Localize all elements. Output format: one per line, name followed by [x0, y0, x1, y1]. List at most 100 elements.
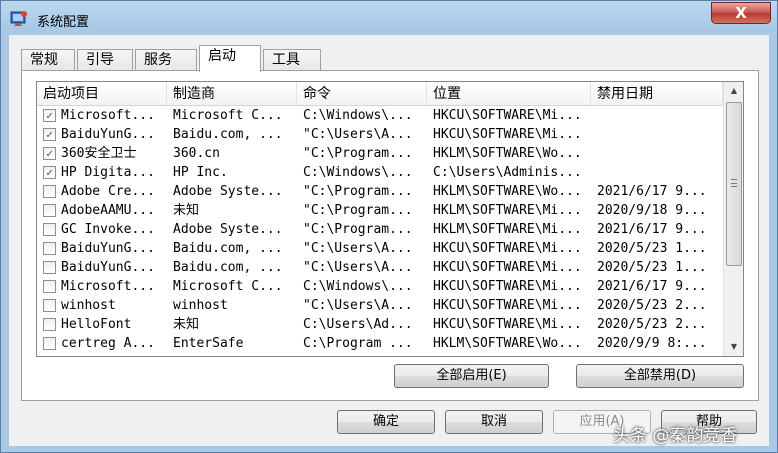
- row-command: "C:\Program...: [303, 222, 413, 237]
- table-row[interactable]: Microsoft... Microsoft C... C:\Windows\...…: [37, 277, 723, 296]
- title-bar[interactable]: 系统配置 X: [1, 1, 777, 35]
- row-disable-date: 2020/9/9 8:...: [597, 336, 707, 351]
- row-startup-item: HelloFont: [61, 317, 132, 332]
- row-checkbox[interactable]: ✓: [43, 128, 56, 141]
- row-startup-item: BaiduYunG...: [61, 127, 155, 142]
- row-startup-item: HP Digita...: [61, 165, 155, 180]
- column-startup-item[interactable]: 启动项目: [37, 82, 167, 106]
- row-command: C:\Program ...: [303, 336, 413, 351]
- column-manufacturer[interactable]: 制造商: [167, 82, 297, 106]
- row-location: HKCU\SOFTWARE\Mi...: [433, 260, 582, 275]
- window-title: 系统配置: [37, 15, 90, 30]
- column-location[interactable]: 位置: [427, 82, 591, 106]
- row-location: HKCU\SOFTWARE\Mi...: [433, 317, 582, 332]
- row-manufacturer: 未知: [173, 203, 200, 218]
- table-row[interactable]: Adobe Cre... Adobe Syste... "C:\Program...…: [37, 182, 723, 201]
- row-location: HKCU\SOFTWARE\Mi...: [433, 279, 582, 294]
- row-manufacturer: winhost: [173, 298, 228, 313]
- row-location: HKLM\SOFTWARE\Wo...: [433, 146, 582, 161]
- row-checkbox[interactable]: ✓: [43, 147, 56, 160]
- tab-tools[interactable]: 工具: [263, 49, 321, 71]
- row-disable-date: 2020/9/18 9...: [597, 203, 707, 218]
- row-manufacturer: Baidu.com, ...: [173, 127, 283, 142]
- enable-all-button[interactable]: 全部启用(E): [394, 364, 549, 388]
- row-disable-date: 2020/5/23 1...: [597, 241, 707, 256]
- row-startup-item: Microsoft...: [61, 279, 155, 294]
- vertical-scrollbar[interactable]: ▲ ▼: [723, 82, 743, 356]
- row-command: "C:\Users\A...: [303, 298, 413, 313]
- row-startup-item: winhost: [61, 298, 116, 313]
- tab-general[interactable]: 常规: [21, 49, 75, 71]
- row-disable-date: 2020/5/23 2...: [597, 298, 707, 313]
- row-checkbox[interactable]: [43, 242, 56, 255]
- column-command[interactable]: 命令: [297, 82, 427, 106]
- table-row[interactable]: HelloFont 未知 C:\Users\Ad... HKCU\SOFTWARE\M…: [37, 315, 723, 334]
- table-row[interactable]: BaiduYunG... Baidu.com, ... "C:\Users\A...…: [37, 258, 723, 277]
- table-row[interactable]: ✓ Microsoft... Microsoft C... C:\Windows\..…: [37, 106, 723, 125]
- row-checkbox[interactable]: [43, 204, 56, 217]
- row-command: C:\Windows\...: [303, 279, 413, 294]
- scroll-thumb[interactable]: [726, 102, 742, 266]
- close-button[interactable]: X: [711, 2, 771, 24]
- startup-panel: 启动项目 制造商 命令 位置 禁用日期 ✓ Microsoft... Microso…: [21, 70, 759, 401]
- row-location: HKCU\SOFTWARE\Mi...: [433, 241, 582, 256]
- row-disable-date: [595, 144, 725, 163]
- row-command: C:\Windows\...: [303, 165, 413, 180]
- row-checkbox[interactable]: ✓: [43, 109, 56, 122]
- row-disable-date: [595, 106, 725, 125]
- table-row[interactable]: ✓ 360安全卫士 360.cn "C:\Program... HKLM\SOFTWAR…: [37, 144, 723, 163]
- row-disable-date: [595, 125, 725, 144]
- watermark-text: 头条 @秦韵竞香: [613, 426, 738, 446]
- tab-services[interactable]: 服务: [135, 49, 197, 71]
- tab-boot[interactable]: 引导: [77, 49, 133, 71]
- scroll-up-icon[interactable]: ▲: [724, 82, 743, 100]
- row-location: HKCU\SOFTWARE\Mi...: [433, 298, 582, 313]
- table-row[interactable]: certreg A... EnterSafe C:\Program ... HKLM\…: [37, 334, 723, 353]
- cancel-button[interactable]: 取消: [445, 410, 543, 434]
- scroll-down-icon[interactable]: ▼: [724, 338, 743, 356]
- row-command: "C:\Program...: [303, 146, 413, 161]
- row-startup-item: GC Invoke...: [61, 222, 155, 237]
- table-row[interactable]: ✓ BaiduYunG... Baidu.com, ... "C:\Users\A..…: [37, 125, 723, 144]
- row-command: "C:\Users\A...: [303, 127, 413, 142]
- system-config-window: 系统配置 X 常规 引导 服务 启动 工具 启动项目 制造商 命令 位置 禁用日…: [0, 0, 778, 453]
- row-manufacturer: Adobe Syste...: [173, 184, 283, 199]
- row-checkbox[interactable]: [43, 185, 56, 198]
- row-manufacturer: Adobe Syste...: [173, 222, 283, 237]
- row-startup-item: Microsoft...: [61, 108, 155, 123]
- row-location: HKLM\SOFTWARE\Wo...: [433, 184, 582, 199]
- table-row[interactable]: ✓ HP Digita... HP Inc. C:\Windows\... C:\Use…: [37, 163, 723, 182]
- row-disable-date: 2021/6/17 9...: [597, 279, 707, 294]
- tab-startup[interactable]: 启动: [199, 45, 261, 72]
- table-row[interactable]: BaiduYunG... Baidu.com, ... "C:\Users\A...…: [37, 239, 723, 258]
- row-location: HKLM\SOFTWARE\Mi...: [433, 222, 582, 237]
- row-checkbox[interactable]: [43, 261, 56, 274]
- row-checkbox[interactable]: ✓: [43, 166, 56, 179]
- column-disable-date[interactable]: 禁用日期: [591, 82, 723, 106]
- row-location: HKLM\SOFTWARE\Mi...: [433, 203, 582, 218]
- row-checkbox[interactable]: [43, 223, 56, 236]
- row-manufacturer: HP Inc.: [173, 165, 228, 180]
- table-row[interactable]: GC Invoke... Adobe Syste... "C:\Program...…: [37, 220, 723, 239]
- row-manufacturer: EnterSafe: [173, 336, 244, 351]
- row-disable-date: 2021/6/17 9...: [597, 184, 707, 199]
- row-disable-date: [595, 163, 725, 182]
- row-checkbox[interactable]: [43, 337, 56, 350]
- row-checkbox[interactable]: [43, 318, 56, 331]
- row-location: HKCU\SOFTWARE\Mi...: [433, 108, 582, 123]
- row-manufacturer: Baidu.com, ...: [173, 260, 283, 275]
- row-startup-item: certreg A...: [61, 336, 155, 351]
- row-command: "C:\Program...: [303, 203, 413, 218]
- row-checkbox[interactable]: [43, 299, 56, 312]
- list-rows: ✓ Microsoft... Microsoft C... C:\Windows\..…: [37, 106, 723, 353]
- row-manufacturer: 360.cn: [173, 146, 220, 161]
- disable-all-button[interactable]: 全部禁用(D): [576, 364, 744, 388]
- row-startup-item: Adobe Cre...: [61, 184, 155, 199]
- row-checkbox[interactable]: [43, 280, 56, 293]
- table-row[interactable]: AdobeAAMU... 未知 "C:\Program... HKLM\SOFTWAR…: [37, 201, 723, 220]
- ok-button[interactable]: 确定: [337, 410, 435, 434]
- msconfig-icon: [10, 11, 27, 26]
- table-row[interactable]: winhost winhost "C:\Users\A... HKCU\SOFTWAR…: [37, 296, 723, 315]
- row-startup-item: BaiduYunG...: [61, 260, 155, 275]
- startup-list[interactable]: 启动项目 制造商 命令 位置 禁用日期 ✓ Microsoft... Microso…: [36, 81, 744, 357]
